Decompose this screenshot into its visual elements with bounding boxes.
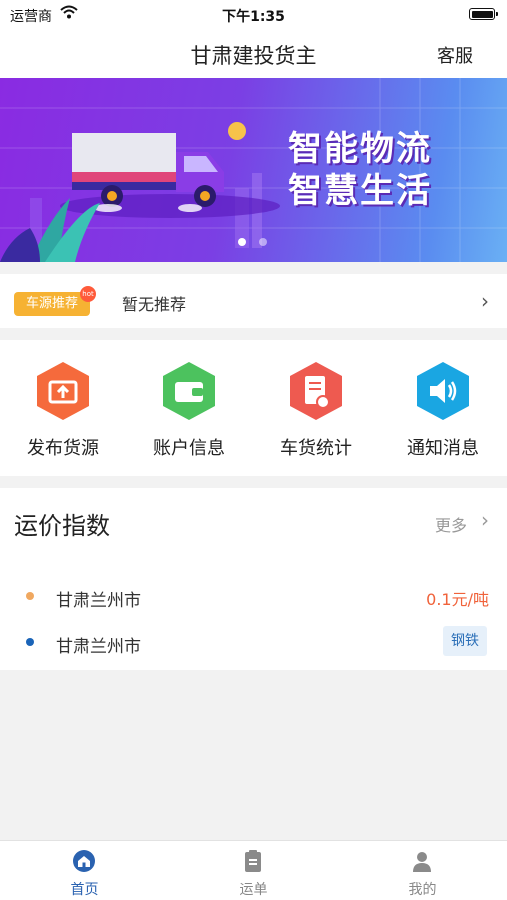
action-account-info[interactable]: 账户信息 — [126, 340, 252, 476]
customer-service-button[interactable]: 客服 — [437, 42, 473, 68]
clock: 下午1:35 — [222, 9, 285, 25]
tab-mine[interactable]: 我的 — [338, 841, 507, 900]
section-title: 运价指数 — [14, 512, 110, 540]
action-label: 账户信息 — [153, 438, 225, 459]
action-publish-cargo[interactable]: 发布货源 — [0, 340, 126, 476]
tab-label: 我的 — [408, 882, 437, 898]
chevron-right-icon[interactable]: › — [481, 508, 489, 532]
freight-row[interactable]: 甘肃兰州市 0.1元/吨 — [0, 576, 507, 616]
battery-icon — [469, 8, 498, 20]
tab-waybill[interactable]: 运单 — [169, 841, 338, 900]
carousel-dot-active[interactable] — [238, 238, 246, 246]
action-label: 车货统计 — [280, 438, 352, 459]
cargo-type-tag: 钢铁 — [443, 626, 487, 656]
status-bar: 运营商 下午1:35 — [0, 0, 507, 28]
wallet-icon — [163, 362, 215, 420]
recommend-text: 暂无推荐 — [122, 295, 187, 314]
publish-box-icon — [37, 362, 89, 420]
tab-label: 运单 — [239, 882, 268, 898]
page-title: 甘肃建投货主 — [190, 44, 317, 68]
action-cargo-statistics[interactable]: 车货统计 — [253, 340, 379, 476]
freight-row[interactable]: 甘肃兰州市 钢铁 — [0, 622, 507, 662]
more-link[interactable]: 更多 — [435, 512, 467, 536]
user-icon — [413, 852, 431, 872]
bullet-dot — [26, 592, 34, 600]
hot-badge: hot — [80, 286, 96, 302]
speaker-icon — [417, 362, 469, 420]
carousel-dot[interactable] — [259, 238, 267, 246]
chevron-right-icon: › — [481, 289, 489, 313]
action-label: 发布货源 — [27, 438, 99, 459]
freight-index-card: 运价指数 更多 › 甘肃兰州市 0.1元/吨 甘肃兰州市 钢铁 — [0, 488, 507, 670]
statement-icon — [290, 362, 342, 420]
banner-line-1: 智能物流 — [288, 129, 432, 169]
tab-home[interactable]: 首页 — [0, 841, 169, 900]
action-label: 通知消息 — [407, 438, 479, 459]
home-icon — [73, 850, 95, 872]
promo-banner[interactable]: 智能物流 智慧生活 — [0, 78, 507, 262]
price-value: 0.1元/吨 — [426, 590, 489, 609]
clipboard-icon — [245, 850, 261, 872]
tab-label: 首页 — [70, 882, 99, 898]
city-name: 甘肃兰州市 — [56, 637, 141, 657]
banner-headline: 智能物流 智慧生活 — [288, 128, 432, 212]
action-notifications[interactable]: 通知消息 — [380, 340, 506, 476]
city-name: 甘肃兰州市 — [56, 591, 141, 611]
recommend-badge: 车源推荐 — [14, 292, 90, 316]
bullet-dot — [26, 638, 34, 646]
tab-bar: 首页 运单 我的 — [0, 840, 507, 900]
nav-bar: 甘肃建投货主 客服 — [0, 28, 507, 78]
banner-line-2: 智慧生活 — [288, 171, 432, 211]
quick-actions: 发布货源 账户信息 车货统计 通知消息 — [0, 340, 507, 476]
vehicle-recommend-row[interactable]: 车源推荐 hot 暂无推荐 › — [0, 274, 507, 328]
